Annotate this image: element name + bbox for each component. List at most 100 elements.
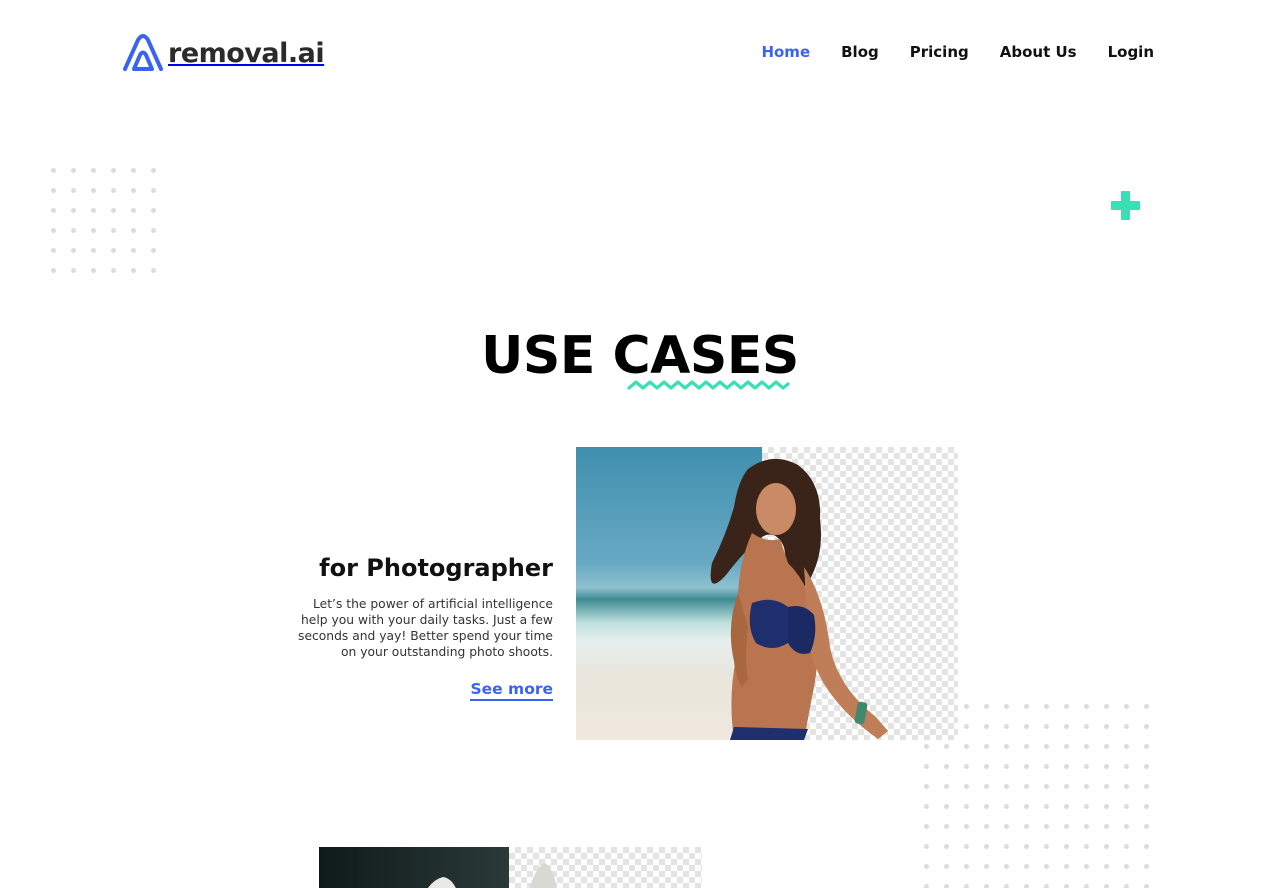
dot [1024, 884, 1029, 888]
dot [1084, 864, 1089, 869]
dot [1044, 764, 1049, 769]
dot [71, 228, 76, 233]
dot [1004, 804, 1009, 809]
see-more-link[interactable]: See more [470, 680, 553, 701]
dot [1044, 884, 1049, 888]
use-case-photo [576, 447, 958, 740]
dot [924, 764, 929, 769]
dot [131, 228, 136, 233]
dot [1084, 764, 1089, 769]
dot [1104, 884, 1109, 888]
nav-item-blog[interactable]: Blog [841, 43, 879, 61]
squiggle-underline [627, 380, 790, 390]
dot [1144, 704, 1149, 709]
dot [1104, 784, 1109, 789]
dot [924, 784, 929, 789]
dot [964, 724, 969, 729]
dot [1104, 724, 1109, 729]
dot [1004, 704, 1009, 709]
dot [111, 168, 116, 173]
dot [984, 724, 989, 729]
dot [1044, 864, 1049, 869]
dot [1044, 744, 1049, 749]
dot [71, 188, 76, 193]
dot [964, 784, 969, 789]
dot [131, 268, 136, 273]
dot [1064, 764, 1069, 769]
dot [1084, 724, 1089, 729]
logo[interactable]: removal.ai [122, 34, 325, 72]
dot [1024, 804, 1029, 809]
nav-item-about-us[interactable]: About Us [1000, 43, 1077, 61]
dot [1004, 844, 1009, 849]
dot [151, 208, 156, 213]
nav-item-home[interactable]: Home [761, 43, 810, 61]
dot [151, 188, 156, 193]
dot [1124, 764, 1129, 769]
dot [1084, 804, 1089, 809]
dot [1124, 784, 1129, 789]
dot [924, 864, 929, 869]
dot [1144, 764, 1149, 769]
dot [91, 268, 96, 273]
dot [1064, 804, 1069, 809]
dot [1104, 804, 1109, 809]
dot [944, 884, 949, 888]
dot [111, 208, 116, 213]
dot [1124, 744, 1129, 749]
dot [51, 228, 56, 233]
dot [1064, 844, 1069, 849]
dot-grid-decoration [51, 168, 156, 273]
dot [1044, 724, 1049, 729]
dot [964, 844, 969, 849]
dot [964, 884, 969, 888]
dot [151, 168, 156, 173]
dot [131, 168, 136, 173]
dot [1064, 724, 1069, 729]
dot [1024, 784, 1029, 789]
dot [1044, 784, 1049, 789]
dot [1144, 724, 1149, 729]
dot [1064, 744, 1069, 749]
dot [1004, 724, 1009, 729]
dot [91, 208, 96, 213]
dot [1124, 724, 1129, 729]
dot [151, 228, 156, 233]
use-case-heading: for Photographer [319, 554, 553, 582]
nav-item-login[interactable]: Login [1108, 43, 1154, 61]
dot [984, 804, 989, 809]
dot [111, 188, 116, 193]
dot [1104, 744, 1109, 749]
dot [1004, 784, 1009, 789]
dot [1024, 764, 1029, 769]
dot [1024, 704, 1029, 709]
dot [984, 744, 989, 749]
dot [1064, 864, 1069, 869]
dot [1024, 824, 1029, 829]
dot [944, 764, 949, 769]
dot [944, 824, 949, 829]
dot [944, 784, 949, 789]
nav-item-pricing[interactable]: Pricing [910, 43, 969, 61]
dot [1124, 864, 1129, 869]
dot [131, 188, 136, 193]
dot [1144, 804, 1149, 809]
plus-icon [1111, 191, 1140, 220]
dot [71, 248, 76, 253]
dot [1044, 824, 1049, 829]
dot [111, 268, 116, 273]
dot [71, 208, 76, 213]
dot [1004, 744, 1009, 749]
dot [944, 804, 949, 809]
dot [1084, 744, 1089, 749]
dot [944, 744, 949, 749]
dot [984, 784, 989, 789]
dot [984, 764, 989, 769]
dot [51, 248, 56, 253]
dot [1064, 704, 1069, 709]
dot [1144, 864, 1149, 869]
logo-text: removal.ai [168, 37, 325, 69]
page: removal.ai Home Blog Pricing About Us Lo… [0, 0, 1280, 888]
dot [71, 268, 76, 273]
dot [1144, 844, 1149, 849]
